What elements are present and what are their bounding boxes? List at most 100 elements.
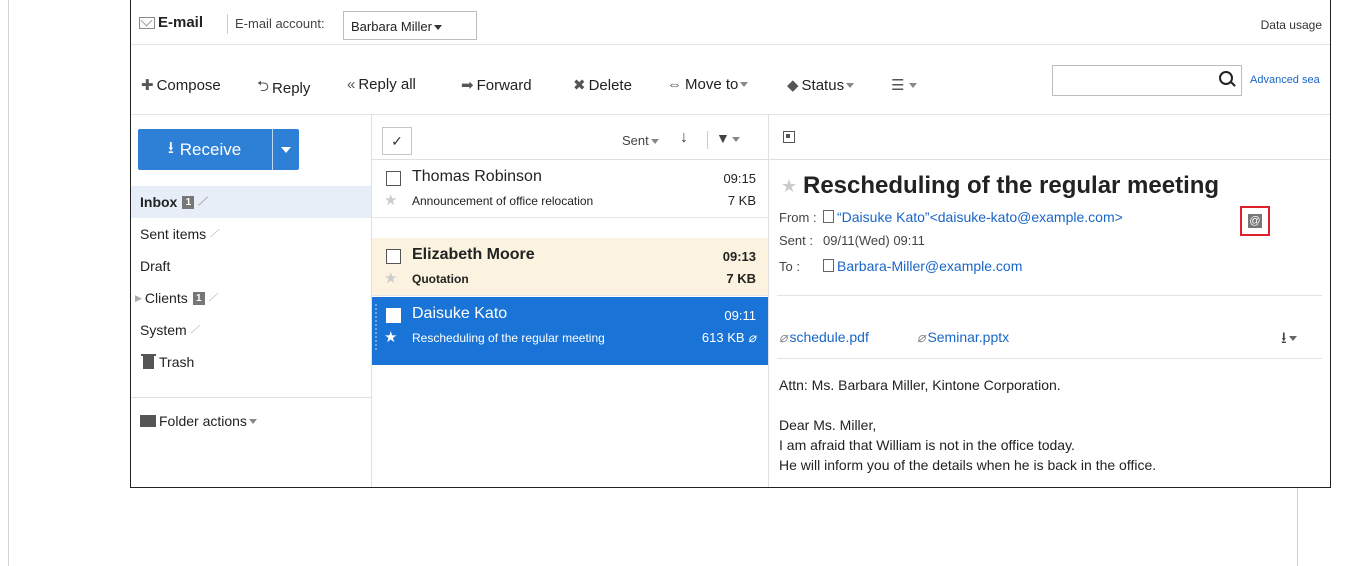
star-icon[interactable]: ★ <box>384 191 397 209</box>
message-subject: Quotation <box>412 272 469 286</box>
sidebar-item-draft[interactable]: Draft <box>131 250 371 282</box>
reply-all-icon: « <box>347 76 356 93</box>
attachment-name: schedule.pdf <box>789 329 869 345</box>
compose-label: Compose <box>156 76 221 94</box>
sort-direction-icon[interactable]: ↓ <box>680 129 688 147</box>
message-subject: Announcement of office relocation <box>412 194 594 208</box>
expand-icon[interactable] <box>783 131 795 143</box>
reply-all-label: Reply all <box>358 76 416 93</box>
message-list-header: ✓ Sent ↓ ▼ <box>372 115 768 160</box>
sort-dropdown[interactable]: Sent <box>622 133 659 148</box>
folder-pane: ⭳ Receive Inbox 1 ⟋ Sent items ⟋ Draft ▶ … <box>131 115 372 487</box>
sidebar-item-system[interactable]: System ⟋ <box>131 314 371 346</box>
mail-view-header <box>769 115 1330 160</box>
chevron-down-icon <box>433 25 442 31</box>
message-row[interactable]: Elizabeth Moore 09:13 ★ Quotation 7 KB <box>372 238 768 296</box>
folder-label: System <box>140 322 187 338</box>
mail-view-pane: ★ Rescheduling of the regular meeting Fr… <box>769 115 1330 487</box>
attachment-link[interactable]: ⌀ schedule.pdf <box>779 329 869 346</box>
unread-badge: 1 <box>192 291 205 305</box>
account-select[interactable]: Barbara Miller <box>343 11 477 40</box>
advanced-search-link[interactable]: Advanced sea <box>1250 74 1320 86</box>
header-separator <box>227 14 228 34</box>
view-options-button[interactable]: ☰ <box>891 76 918 94</box>
app-header: E-mail E-mail account: Barbara Miller Da… <box>131 0 1330 45</box>
message-size: 613 KB <box>701 330 745 345</box>
reply-button[interactable]: ⮌ Reply <box>257 76 310 101</box>
sidebar-item-sent-items[interactable]: Sent items ⟋ <box>131 218 371 250</box>
to-address-link[interactable]: Barbara-Miller@example.com <box>837 258 1022 274</box>
paperclip-icon: ⌀ <box>779 329 788 345</box>
star-icon[interactable]: ★ <box>781 176 797 197</box>
header-separator <box>707 131 708 149</box>
sent-label: Sent <box>779 233 806 248</box>
sidebar-item-clients[interactable]: ▶ Clients 1 ⟋ <box>131 282 371 314</box>
drag-handle-icon[interactable] <box>374 303 378 351</box>
receive-split-divider <box>272 129 273 170</box>
chevron-down-icon <box>740 82 749 87</box>
delete-button[interactable]: ✖ Delete <box>573 76 632 95</box>
search-input[interactable] <box>1052 65 1242 96</box>
page-left-rule <box>8 0 9 566</box>
paperclip-icon: ⌀ <box>748 330 756 345</box>
page-right-rule <box>1297 488 1298 566</box>
tag-icon: ◆ <box>787 77 799 94</box>
folder-actions-button[interactable]: Folder actions <box>131 405 371 437</box>
star-icon[interactable]: ★ <box>384 269 397 287</box>
mail-divider <box>777 295 1322 296</box>
download-icon: ⭳ <box>167 138 174 157</box>
message-size: 7 KB <box>726 271 756 286</box>
checkmark-icon: ✓ <box>391 133 403 149</box>
mail-to-row: To : Barbara-Miller@example.com <box>779 258 1023 274</box>
row-checkbox[interactable] <box>386 171 401 186</box>
receive-label: Receive <box>179 139 242 159</box>
download-icon[interactable]: ⭳ <box>1281 327 1297 354</box>
app-title: E-mail <box>139 14 203 31</box>
reply-icon: ⮌ <box>257 78 270 95</box>
sidebar-item-inbox[interactable]: Inbox 1 ⟋ <box>131 186 371 218</box>
message-size-group: 613 KB ⌀ <box>702 330 756 346</box>
star-icon[interactable]: ★ <box>384 328 397 346</box>
folder-divider <box>131 397 371 398</box>
message-sender: Elizabeth Moore <box>412 246 535 263</box>
forward-button[interactable]: ➡ Forward <box>461 76 532 95</box>
data-usage-link[interactable]: Data usage <box>1261 18 1322 32</box>
list-icon: ☰ <box>891 77 905 94</box>
add-address-icon[interactable]: @ <box>1248 214 1262 228</box>
from-address-link[interactable]: “Daisuke Kato”<daisuke-kato@example.com> <box>837 209 1123 225</box>
chevron-down-icon[interactable] <box>281 147 291 153</box>
move-to-button[interactable]: ⇔ Move to <box>667 76 749 93</box>
move-icon: ⇔ <box>667 76 682 93</box>
row-checkbox[interactable] <box>386 249 401 264</box>
address-card-icon <box>823 259 834 272</box>
expand-triangle-icon[interactable]: ▶ <box>135 293 142 304</box>
folder-label: Trash <box>159 354 195 370</box>
message-row[interactable]: Thomas Robinson 09:15 ★ Announcement of … <box>372 160 768 218</box>
folder-label: Draft <box>140 258 171 274</box>
status-button[interactable]: ◆ Status <box>787 76 855 94</box>
message-row-selected[interactable]: Daisuke Kato 09:11 ★ Rescheduling of the… <box>372 297 768 365</box>
mail-body-line: I am afraid that William is not in the o… <box>779 437 1075 453</box>
sidebar-item-trash[interactable]: Trash <box>131 346 371 378</box>
unread-badge: 1 <box>182 195 195 209</box>
compose-button[interactable]: ✚ Compose <box>141 76 221 95</box>
receive-main[interactable]: ⭳ Receive <box>138 129 271 170</box>
feed-icon: ⟋ <box>210 227 218 240</box>
account-label: E-mail account: <box>235 16 325 31</box>
search-icon[interactable] <box>1219 71 1233 85</box>
delete-label: Delete <box>588 76 632 94</box>
reply-all-button[interactable]: «Reply all <box>347 76 416 93</box>
app-title-text: E-mail <box>158 14 204 31</box>
mail-icon <box>139 16 155 29</box>
folder-label: Clients <box>144 290 188 306</box>
receive-button[interactable]: ⭳ Receive <box>138 129 299 170</box>
highlight-box: @ <box>1240 206 1270 236</box>
select-all-button[interactable]: ✓ <box>382 127 412 155</box>
row-checkbox[interactable] <box>386 308 401 323</box>
folder-label: Sent items <box>140 226 207 242</box>
message-subject: Rescheduling of the regular meeting <box>412 331 605 345</box>
filter-icon[interactable]: ▼ <box>716 130 740 146</box>
message-sender: Thomas Robinson <box>412 168 542 185</box>
folder-label: Inbox <box>140 194 178 210</box>
attachment-link[interactable]: ⌀ Seminar.pptx <box>917 329 1009 346</box>
